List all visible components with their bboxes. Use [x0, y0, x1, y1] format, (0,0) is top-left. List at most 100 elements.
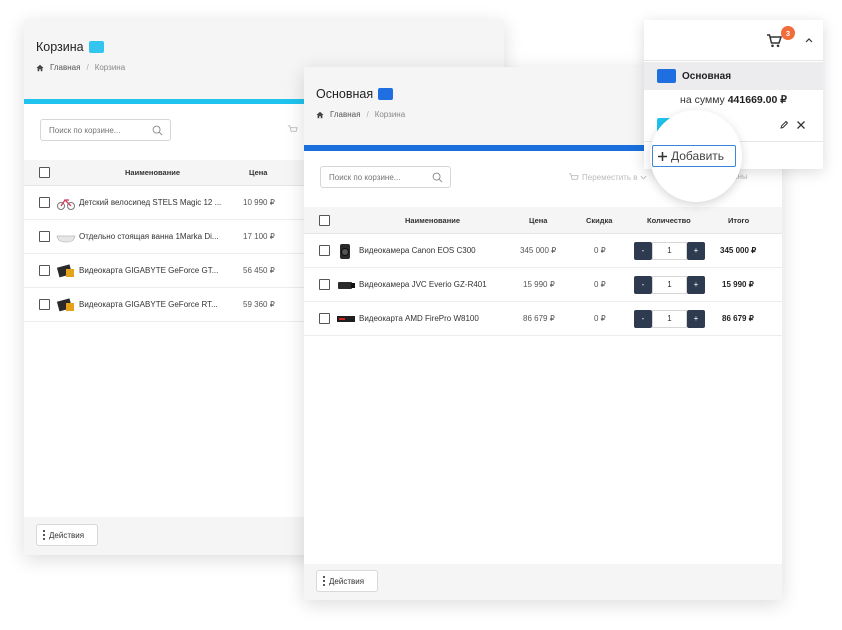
- row-product-name[interactable]: Видеокарта GIGABYTE GeForce RT...: [79, 300, 227, 309]
- row-product-name[interactable]: Видеокамера JVC Everio GZ-R401: [359, 280, 499, 289]
- gpu-thumbnail: [56, 297, 74, 311]
- select-all-checkbox[interactable]: [319, 214, 330, 226]
- quantity-decrease-button[interactable]: -: [634, 309, 652, 328]
- actions-button[interactable]: Действия: [316, 570, 378, 592]
- row-checkbox[interactable]: [319, 279, 330, 290]
- quantity-stepper[interactable]: - 1 +: [634, 275, 705, 294]
- cart-icon[interactable]: [766, 33, 782, 48]
- row-product-name[interactable]: Детский велосипед STELS Magic 12 ...: [79, 198, 227, 207]
- breadcrumb-separator: /: [86, 63, 89, 72]
- search-icon[interactable]: [432, 172, 443, 183]
- breadcrumb-home-link[interactable]: Главная: [330, 110, 360, 119]
- quantity-increase-button[interactable]: +: [687, 241, 705, 260]
- column-header-price: Цена: [249, 168, 268, 177]
- mini-cart-divider: [644, 60, 823, 61]
- breadcrumb-home-link[interactable]: Главная: [50, 63, 80, 72]
- back-page-title: Корзина: [36, 40, 504, 54]
- row-product-name[interactable]: Отдельно стоящая ванна 1Marka Di...: [79, 232, 227, 241]
- row-price: 10 990 ₽: [243, 198, 275, 207]
- edit-icon[interactable]: [779, 120, 789, 130]
- column-header-quantity: Количество: [647, 215, 691, 225]
- row-discount: 0 ₽: [594, 314, 606, 323]
- cart-count-badge: 3: [781, 26, 795, 40]
- add-cart-button[interactable]: Добавить: [652, 145, 736, 167]
- bathtub-thumbnail: [56, 235, 76, 242]
- plus-icon: [658, 151, 667, 161]
- close-icon[interactable]: [796, 120, 806, 130]
- back-search-input[interactable]: [49, 125, 139, 135]
- column-header-name: Наименование: [405, 215, 461, 225]
- quantity-input[interactable]: 1: [652, 309, 687, 328]
- table-row[interactable]: Видеокамера Canon EOS C300 345 000 ₽ 0 ₽…: [304, 234, 782, 268]
- cart-color-swatch: [657, 69, 676, 83]
- back-title-text: Корзина: [36, 40, 84, 54]
- row-total: 86 679 ₽: [722, 314, 754, 323]
- row-price: 86 679 ₽: [523, 314, 555, 323]
- quantity-increase-button[interactable]: +: [687, 309, 705, 328]
- column-header-price: Цена: [529, 215, 548, 225]
- gpu-thumbnail: [56, 263, 74, 277]
- row-product-name[interactable]: Видеокарта AMD FirePro W8100: [359, 314, 499, 323]
- cart-list-item-name: Основная: [682, 70, 732, 82]
- chevron-up-icon[interactable]: [805, 37, 813, 44]
- front-window-footer: Действия: [304, 564, 782, 600]
- row-checkbox[interactable]: [39, 265, 50, 276]
- cart-sum-line: на сумму 441669.00 ₽: [644, 94, 823, 106]
- move-cart-icon: [568, 173, 579, 180]
- breadcrumb-separator: /: [366, 110, 369, 119]
- front-search-input[interactable]: [329, 172, 419, 182]
- back-search-field[interactable]: [40, 119, 171, 141]
- quantity-decrease-button[interactable]: -: [634, 241, 652, 260]
- back-title-swatch: [88, 41, 104, 53]
- move-cart-icon[interactable]: [287, 124, 298, 135]
- actions-button[interactable]: Действия: [36, 524, 98, 546]
- cart-list-item-active[interactable]: Основная: [644, 62, 823, 90]
- move-to-dropdown[interactable]: Переместить в: [568, 172, 647, 183]
- front-table-header: Наименование Цена Скидка Количество Итог…: [304, 207, 782, 234]
- row-product-name[interactable]: Видеокарта GIGABYTE GeForce GT...: [79, 266, 227, 275]
- select-all-checkbox[interactable]: [39, 167, 50, 178]
- quantity-stepper[interactable]: - 1 +: [634, 241, 705, 260]
- bicycle-thumbnail: [57, 198, 75, 210]
- row-total: 345 000 ₽: [720, 246, 757, 255]
- row-discount: 0 ₽: [594, 280, 606, 289]
- stage: Корзина Главная / Корзина Наименование Ц…: [0, 0, 842, 630]
- row-checkbox[interactable]: [39, 231, 50, 242]
- cart-sum-prefix: на сумму: [680, 94, 725, 106]
- row-price: 59 360 ₽: [243, 300, 275, 309]
- table-row[interactable]: Видеокарта AMD FirePro W8100 86 679 ₽ 0 …: [304, 302, 782, 336]
- quantity-input[interactable]: 1: [652, 275, 687, 294]
- actions-button-label: Действия: [329, 576, 365, 586]
- column-header-name: Наименование: [125, 168, 181, 177]
- row-price: 56 450 ₽: [243, 266, 275, 275]
- row-price: 15 990 ₽: [523, 280, 555, 289]
- row-price: 17 100 ₽: [243, 232, 275, 241]
- quantity-input[interactable]: 1: [652, 241, 687, 260]
- chevron-down-icon: [641, 175, 647, 180]
- search-icon[interactable]: [152, 125, 163, 136]
- row-checkbox[interactable]: [39, 299, 50, 310]
- row-total: 15 990 ₽: [722, 280, 754, 289]
- row-price: 345 000 ₽: [520, 246, 557, 255]
- front-title-text: Основная: [316, 87, 374, 101]
- row-checkbox[interactable]: [319, 245, 330, 256]
- more-vertical-icon: [43, 530, 45, 540]
- front-search-field[interactable]: [320, 166, 451, 188]
- move-to-label: Переместить в: [582, 173, 638, 182]
- row-product-name[interactable]: Видеокамера Canon EOS C300: [359, 246, 499, 255]
- quantity-increase-button[interactable]: +: [687, 275, 705, 294]
- breadcrumb-current: Корзина: [374, 110, 406, 119]
- column-header-total: Итого: [728, 215, 750, 225]
- actions-button-label: Действия: [49, 530, 85, 540]
- add-cart-button-label: Добавить: [671, 149, 725, 163]
- home-icon[interactable]: [36, 64, 44, 72]
- quantity-decrease-button[interactable]: -: [634, 275, 652, 294]
- cart-sum-value: 441669.00 ₽: [727, 94, 787, 106]
- camcorder-thumbnail: [338, 281, 355, 289]
- table-row[interactable]: Видеокамера JVC Everio GZ-R401 15 990 ₽ …: [304, 268, 782, 302]
- row-checkbox[interactable]: [319, 313, 330, 324]
- quantity-stepper[interactable]: - 1 +: [634, 309, 705, 328]
- row-checkbox[interactable]: [39, 197, 50, 208]
- camera-thumbnail: [340, 243, 350, 259]
- home-icon[interactable]: [316, 111, 324, 119]
